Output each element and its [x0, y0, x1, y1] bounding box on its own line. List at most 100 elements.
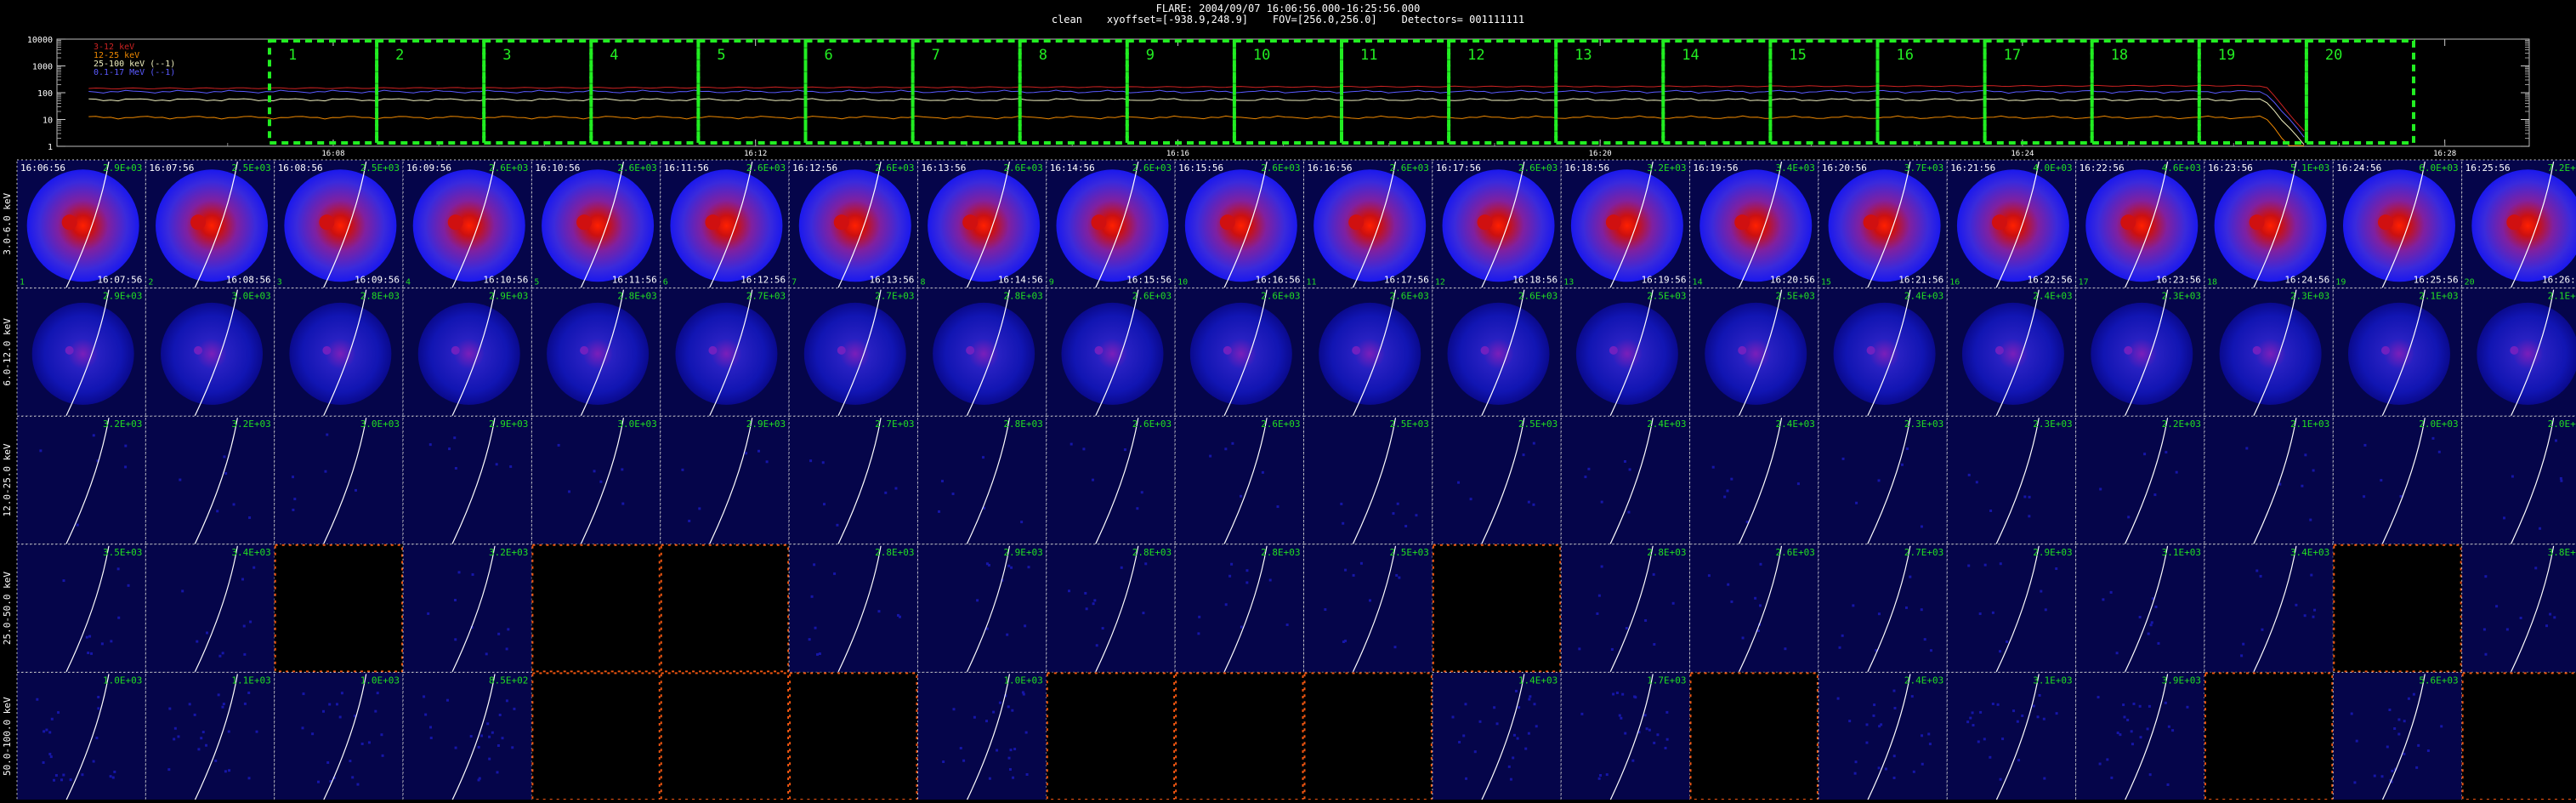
- image-cell: 2.6E+03: [1046, 288, 1176, 417]
- image-cell: [1303, 672, 1433, 801]
- noise-pixel: [217, 693, 220, 697]
- noise-pixel: [2553, 616, 2556, 619]
- image-bg: [1947, 416, 2076, 544]
- figure-canvas: 1 10 100 1000 10000 16:08 16:12 16:16 16:20 16:24…: [0, 0, 2576, 803]
- end-time: 16:26:40: [2542, 275, 2576, 286]
- image-cell: 3.1E+03: [1946, 671, 2077, 801]
- image-cell: 3.1E+03: [2075, 544, 2205, 673]
- noise-pixel: [1198, 615, 1201, 618]
- noise-pixel: [681, 468, 684, 471]
- noise-pixel: [2102, 598, 2105, 601]
- noise-pixel: [1142, 612, 1145, 615]
- interval-label: 3: [502, 47, 511, 64]
- start-time: 16:20:56: [1822, 162, 1867, 174]
- noise-pixel: [2505, 628, 2509, 631]
- noise-pixel: [497, 632, 501, 635]
- image-cell: 3.0E+03: [531, 415, 661, 545]
- start-time: 16:23:56: [2208, 162, 2253, 174]
- total-counts: 3.2E+03: [489, 547, 528, 558]
- image-bg: [1175, 544, 1304, 673]
- noise-pixel: [2157, 641, 2160, 645]
- image-cell: 2.9E+03: [916, 544, 1047, 673]
- noise-pixel: [1727, 583, 1730, 586]
- noise-pixel: [814, 626, 817, 629]
- noise-pixel: [1838, 646, 1841, 649]
- noise-pixel: [1228, 574, 1232, 578]
- source-emission: [1319, 302, 1421, 405]
- image-cell: 2.8E+03: [916, 415, 1047, 545]
- interval-label: 10: [1253, 47, 1270, 64]
- total-counts: 2.6E+03: [1776, 547, 1815, 558]
- noise-pixel: [248, 516, 252, 520]
- noise-pixel: [2511, 475, 2514, 478]
- total-counts: 1.0E+03: [1003, 675, 1042, 686]
- start-time: 16:19:56: [1694, 162, 1739, 174]
- noise-pixel: [124, 465, 128, 469]
- image-bg: [17, 416, 146, 544]
- total-counts: 2.6E+03: [1261, 162, 1300, 174]
- image-cell: [2333, 544, 2462, 673]
- noise-pixel: [1665, 710, 1669, 714]
- image-cell: [531, 544, 661, 673]
- noise-pixel: [109, 775, 112, 778]
- image-bg: [17, 672, 146, 800]
- noise-pixel: [1983, 563, 1987, 567]
- noise-pixel: [2399, 494, 2403, 498]
- noise-pixel: [1920, 525, 1923, 528]
- interval-label: 2: [395, 47, 404, 64]
- noise-pixel: [976, 599, 979, 602]
- noise-pixel: [988, 777, 991, 780]
- noise-pixel: [1900, 463, 1904, 466]
- noise-pixel: [454, 746, 457, 749]
- noise-pixel: [981, 456, 984, 459]
- noise-pixel: [1092, 602, 1095, 606]
- empty-image-bg: [2204, 672, 2334, 800]
- noise-pixel: [996, 749, 999, 752]
- noise-pixel: [1007, 705, 1010, 709]
- interval-label: 12: [1467, 47, 1484, 64]
- noise-pixel: [1905, 447, 1909, 451]
- noise-pixel: [2106, 758, 2109, 761]
- noise-pixel: [1578, 647, 1581, 651]
- noise-pixel: [2166, 783, 2170, 786]
- image-cell: [1046, 672, 1176, 801]
- empty-image-bg: [531, 544, 661, 673]
- source-core: [1477, 214, 1493, 231]
- noise-pixel: [488, 757, 491, 760]
- total-counts: 2.6E+03: [746, 162, 786, 174]
- noise-pixel: [328, 703, 332, 706]
- image-bg: [1689, 544, 1819, 673]
- source-emission: [412, 169, 525, 282]
- total-counts: 1.7E+03: [1647, 675, 1686, 686]
- noise-pixel: [2310, 573, 2313, 577]
- image-cell: 1.0E+03: [274, 671, 404, 801]
- total-counts: 2.5E+03: [1389, 419, 1428, 430]
- noise-pixel: [2122, 703, 2125, 707]
- noise-pixel: [1514, 689, 1518, 692]
- image-cell: 2.3E+03: [2075, 288, 2205, 417]
- noise-pixel: [1340, 502, 1343, 505]
- source-core: [966, 345, 975, 355]
- image-cell: 2.6E+03 16:14:56 16:15:56 9: [1046, 159, 1176, 289]
- noise-pixel: [2132, 702, 2136, 705]
- noise-pixel: [167, 768, 171, 772]
- total-counts: 2.6E+03: [1518, 162, 1558, 174]
- noise-pixel: [505, 699, 508, 703]
- noise-pixel: [1495, 722, 1499, 726]
- noise-pixel: [1927, 732, 1931, 736]
- total-counts: 3.5E+03: [103, 547, 142, 558]
- end-time: 16:14:56: [998, 275, 1043, 286]
- noise-pixel: [2148, 773, 2152, 777]
- interval-box: [1661, 39, 1773, 145]
- total-counts: 2.8E+03: [1003, 419, 1042, 430]
- noise-pixel: [1615, 692, 1619, 695]
- noise-pixel: [688, 519, 691, 522]
- source-core: [1094, 345, 1104, 355]
- noise-pixel: [1224, 447, 1228, 451]
- source-core: [194, 345, 203, 355]
- noise-pixel: [959, 747, 962, 750]
- image-cell: 2.9E+03 16:06:56 16:07:56 1: [16, 159, 146, 289]
- source-core: [319, 214, 335, 231]
- noise-pixel: [485, 652, 488, 656]
- interval-label: 20: [2325, 47, 2342, 64]
